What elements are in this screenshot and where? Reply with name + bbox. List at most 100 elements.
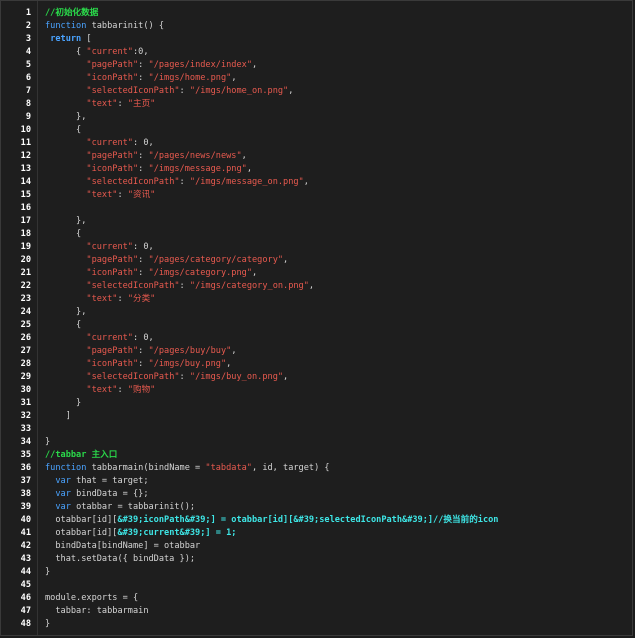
code-line[interactable]: 48} (1, 618, 632, 631)
code-token: var (55, 476, 71, 486)
code-text: "selectedIconPath": "/imgs/category_on.p… (45, 280, 314, 293)
code-line[interactable]: 14 "selectedIconPath": "/imgs/message_on… (1, 176, 632, 189)
code-line[interactable]: 2 function tabbarinit() { (1, 20, 632, 33)
code-line[interactable]: 16 (1, 202, 632, 215)
code-line[interactable]: 5 "pagePath": "/pages/index/index", (1, 59, 632, 72)
code-line[interactable]: 47 tabbar: tabbarmain (1, 605, 632, 618)
code-line[interactable]: 19 "current": 0, (1, 241, 632, 254)
code-token: bindData[bindName] = otabbar (55, 541, 201, 551)
code-line[interactable]: 28 "iconPath": "/imgs/buy.png", (1, 358, 632, 371)
code-token: : (179, 372, 190, 382)
code-token: { (76, 320, 82, 330)
code-line[interactable]: 41 otabbar[id][&#39;current&#39;] = 1; (1, 527, 632, 540)
code-line[interactable]: 4 { "current":0, (1, 46, 632, 59)
code-token: : (179, 281, 190, 291)
code-line[interactable]: 33 (1, 423, 632, 436)
code-token: : (138, 346, 149, 356)
code-line[interactable]: 29 "selectedIconPath": "/imgs/buy_on.png… (1, 371, 632, 384)
code-line[interactable]: 3 return [ (1, 33, 632, 46)
line-number: 7 (25, 86, 31, 96)
code-token: "pagePath" (86, 151, 139, 161)
code-token: "current" (86, 47, 133, 57)
code-line[interactable]: 30 "text": "购物" (1, 384, 632, 397)
code-token: return (50, 34, 82, 44)
line-number: 35 (20, 450, 31, 460)
code-line[interactable]: 18 { (1, 228, 632, 241)
code-text: "pagePath": "/pages/category/category", (45, 254, 288, 267)
line-number: 27 (20, 346, 31, 356)
code-line[interactable]: 34} (1, 436, 632, 449)
code-line[interactable]: 24 }, (1, 306, 632, 319)
code-line[interactable]: 8 "text": "主页" (1, 98, 632, 111)
code-line[interactable]: 43 that.setData({ bindData }); (1, 553, 632, 566)
code-line[interactable]: 12 "pagePath": "/pages/news/news", (1, 150, 632, 163)
code-token: "iconPath" (86, 73, 139, 83)
line-number: 25 (20, 320, 31, 330)
code-line[interactable]: 6 "iconPath": "/imgs/home.png", (1, 72, 632, 85)
code-editor[interactable]: 1 //初始化数据 2 function tabbarinit() {3 return… (0, 0, 633, 636)
line-number: 16 (20, 203, 31, 213)
code-token: : (138, 151, 149, 161)
line-number: 3 (25, 34, 31, 44)
code-line[interactable]: 7 "selectedIconPath": "/imgs/home_on.png… (1, 85, 632, 98)
code-token: , (231, 346, 237, 356)
code-line[interactable]: 42 bindData[bindName] = otabbar (1, 540, 632, 553)
code-line[interactable]: 40 otabbar[id][&#39;iconPath&#39;] = ota… (1, 514, 632, 527)
code-line[interactable]: 45 (1, 579, 632, 592)
code-line[interactable]: 46 module.exports = { (1, 592, 632, 605)
code-line[interactable]: 37 var that = target; (1, 475, 632, 488)
code-token: , (303, 177, 309, 187)
code-line[interactable]: 38 var bindData = {}; (1, 488, 632, 501)
code-text: }, (45, 215, 86, 228)
code-line[interactable]: 31 } (1, 397, 632, 410)
code-line[interactable]: 10 { (1, 124, 632, 137)
code-line[interactable]: 22 "selectedIconPath": "/imgs/category_o… (1, 280, 632, 293)
code-line[interactable]: 32 ] (1, 410, 632, 423)
code-text: "selectedIconPath": "/imgs/message_on.pn… (45, 176, 309, 189)
code-line[interactable]: 44} (1, 566, 632, 579)
code-token: "iconPath" (86, 164, 139, 174)
code-text: "pagePath": "/pages/buy/buy", (45, 345, 237, 358)
code-token: } (45, 567, 51, 577)
code-line[interactable]: 23 "text": "分类" (1, 293, 632, 306)
code-line[interactable]: 27 "pagePath": "/pages/buy/buy", (1, 345, 632, 358)
code-line[interactable]: 25 { (1, 319, 632, 332)
code-token: otabbar = tabbarinit(); (70, 502, 196, 512)
code-line[interactable]: 9 }, (1, 111, 632, 124)
code-line[interactable]: 26 "current": 0, (1, 332, 632, 345)
code-token: tabbarmain(bindName = (86, 463, 206, 473)
code-line[interactable]: 1 //初始化数据 (1, 7, 632, 20)
code-line[interactable]: 35 //tabbar 主入口 (1, 449, 632, 462)
line-number: 1 (25, 8, 31, 18)
code-line[interactable]: 21 "iconPath": "/imgs/category.png", (1, 267, 632, 280)
code-line[interactable]: 20 "pagePath": "/pages/category/category… (1, 254, 632, 267)
line-number: 31 (20, 398, 31, 408)
code-token: : (138, 60, 149, 70)
code-line[interactable]: 13 "iconPath": "/imgs/message.png", (1, 163, 632, 176)
code-text: //初始化数据 (45, 7, 98, 20)
code-text: "iconPath": "/imgs/category.png", (45, 267, 257, 280)
code-line[interactable]: 11 "current": 0, (1, 137, 632, 150)
code-token: var (55, 502, 71, 512)
code-token: : (117, 190, 128, 200)
code-line[interactable]: 15 "text": "资讯" (1, 189, 632, 202)
code-lines[interactable]: 1 //初始化数据 2 function tabbarinit() {3 return… (1, 7, 632, 631)
code-line[interactable]: 39 var otabbar = tabbarinit(); (1, 501, 632, 514)
line-number: 11 (20, 138, 31, 148)
code-token: [ (81, 34, 92, 44)
code-token: "/pages/news/news" (148, 151, 242, 161)
code-line[interactable]: 17 }, (1, 215, 632, 228)
code-token: "text" (86, 294, 118, 304)
line-number: 26 (20, 333, 31, 343)
code-line[interactable]: 36 function tabbarmain(bindName = "tabdat… (1, 462, 632, 475)
